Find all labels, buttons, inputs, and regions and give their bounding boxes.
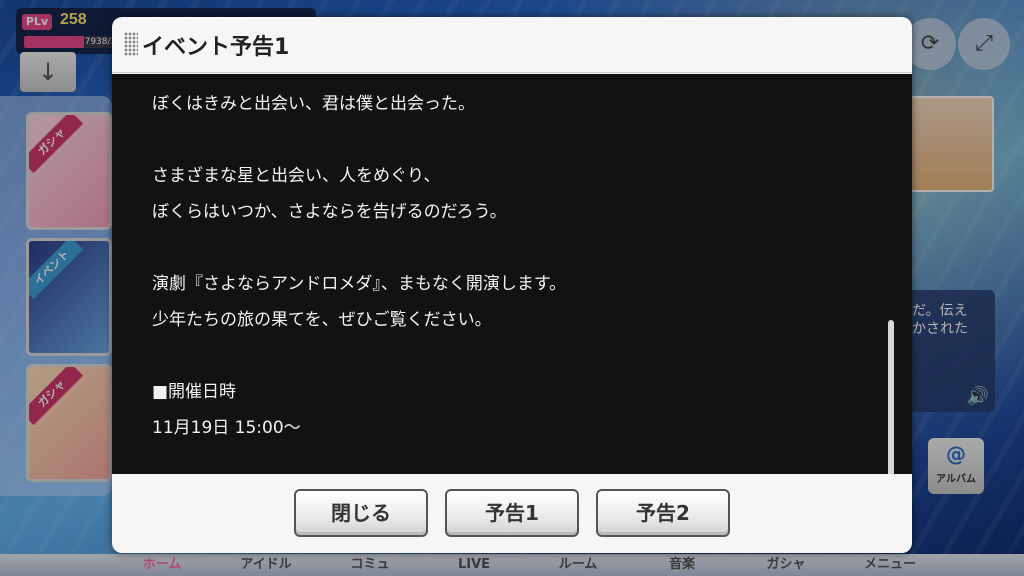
event-notice-dialog: イベント予告1 ぼくはきみと出会い、君は僕と出会った。 さまざまな星と出会い、人を… <box>112 17 912 553</box>
notice-line: ぼくらはいつか、さよならを告げるのだろう。 <box>152 202 507 222</box>
notice-text: ぼくはきみと出会い、君は僕と出会った。 さまざまな星と出会い、人をめぐり、ぼくらは… <box>152 86 872 474</box>
notice-line: さまざまな星と出会い、人をめぐり、 <box>152 166 441 186</box>
dialog-body[interactable]: ぼくはきみと出会い、君は僕と出会った。 さまざまな星と出会い、人をめぐり、ぼくらは… <box>112 74 912 474</box>
notice-line: 11月19日 15:00〜 <box>152 418 301 438</box>
dialog-footer: 閉じる 予告1 予告2 <box>112 475 912 553</box>
notice-line <box>152 338 872 374</box>
notice-line: ぼくはきみと出会い、君は僕と出会った。 <box>152 94 475 114</box>
dialog-title: イベント予告1 <box>142 35 290 60</box>
dialog-header: イベント予告1 <box>112 17 912 73</box>
notice-2-button[interactable]: 予告2 <box>596 489 730 537</box>
notice-line <box>152 446 872 474</box>
scrollbar[interactable] <box>888 134 894 474</box>
notice-line: 演劇『さよならアンドロメダ』、まもなく開演します。 <box>152 274 567 294</box>
notice-line <box>152 122 872 158</box>
grip-icon <box>124 32 138 56</box>
close-button[interactable]: 閉じる <box>294 489 428 537</box>
scrollbar-thumb[interactable] <box>888 320 894 474</box>
notice-line: ■開催日時 <box>152 382 237 402</box>
notice-line: 少年たちの旅の果てを、ぜひご覧ください。 <box>152 310 492 330</box>
notice-line <box>152 230 872 266</box>
notice-1-button[interactable]: 予告1 <box>445 489 579 537</box>
